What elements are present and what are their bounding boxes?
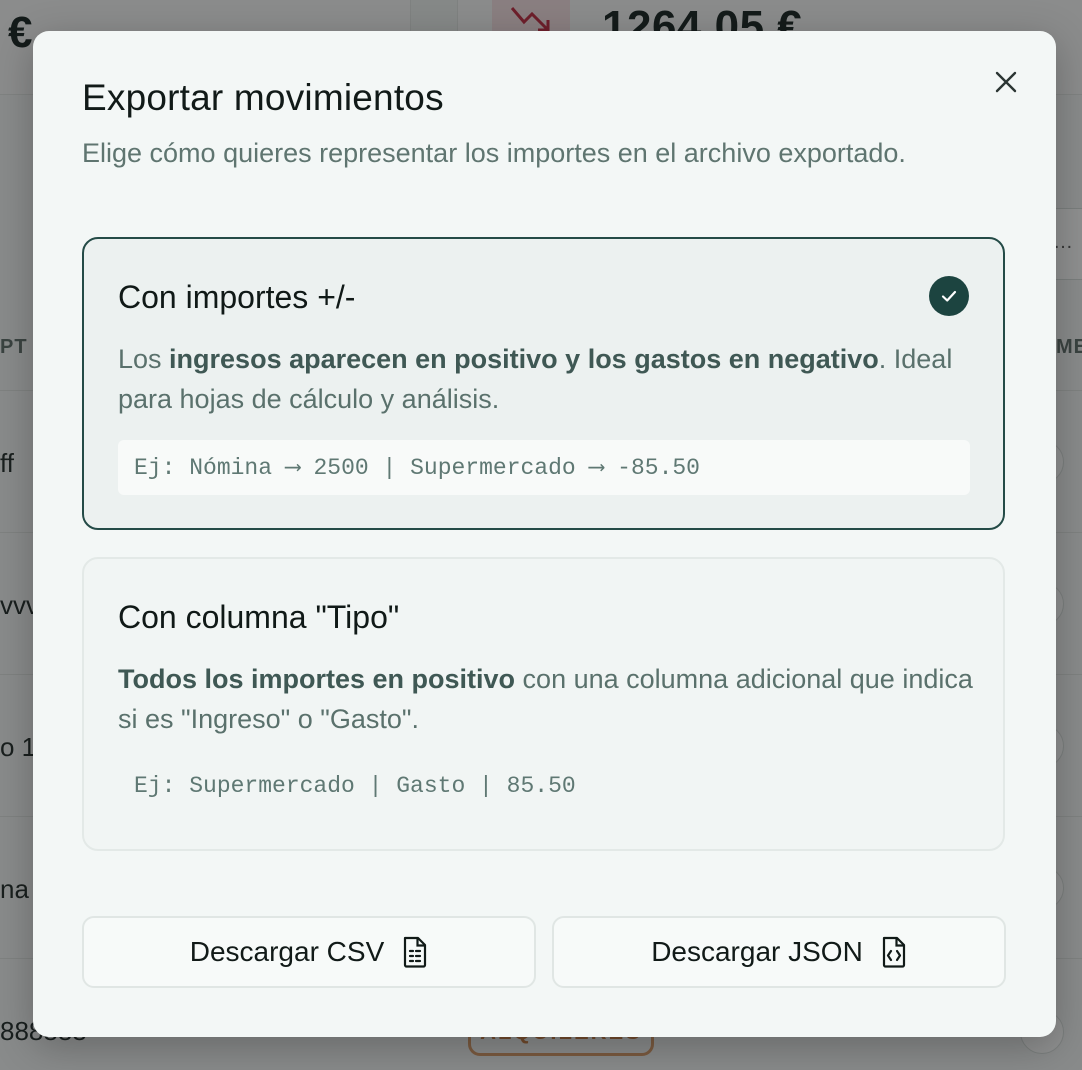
option-title: Con columna "Tipo" (118, 599, 400, 635)
export-dialog: Exportar movimientos Elige cómo quieres … (33, 31, 1056, 1037)
desc-emphasis: ingresos aparecen en positivo y los gast… (169, 344, 879, 374)
download-json-button[interactable]: Descargar JSON (552, 916, 1006, 988)
option-description: Los ingresos aparecen en positivo y los … (118, 339, 978, 419)
option-type-column[interactable]: Con columna "Tipo" Todos los importes en… (82, 557, 1005, 851)
option-example: Ej: Nómina ⟶ 2500 | Supermercado ⟶ -85.5… (118, 440, 970, 495)
close-button[interactable] (989, 65, 1023, 99)
selected-badge (929, 276, 969, 316)
spreadsheet-file-icon (402, 936, 428, 968)
download-json-label: Descargar JSON (651, 936, 863, 967)
option-description: Todos los importes en positivo con una c… (118, 659, 978, 739)
close-icon (995, 71, 1017, 93)
desc-text: Los (118, 344, 170, 374)
option-signed-amounts[interactable]: Con importes +/- Los ingresos aparecen e… (82, 237, 1005, 530)
option-title: Con importes +/- (118, 279, 356, 315)
dialog-title: Exportar movimientos (82, 77, 444, 118)
check-icon (941, 290, 957, 302)
desc-emphasis: Todos los importes en positivo (118, 664, 516, 694)
code-file-icon (881, 936, 907, 968)
dialog-subtitle: Elige cómo quieres representar los impor… (82, 138, 906, 168)
download-csv-button[interactable]: Descargar CSV (82, 916, 536, 988)
option-example: Ej: Supermercado | Gasto | 85.50 (134, 773, 576, 799)
download-csv-label: Descargar CSV (189, 936, 385, 967)
